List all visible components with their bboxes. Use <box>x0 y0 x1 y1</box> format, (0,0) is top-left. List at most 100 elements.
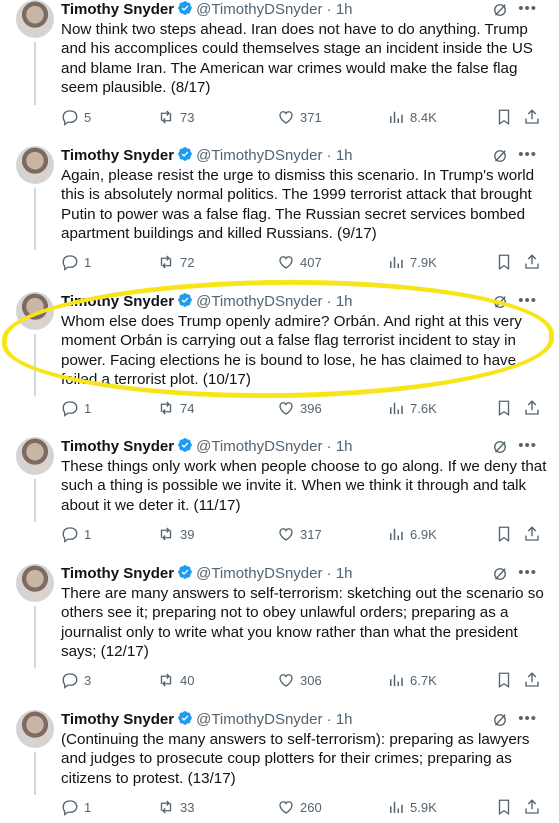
timestamp[interactable]: 1h <box>336 1 353 18</box>
timestamp[interactable]: 1h <box>336 147 353 164</box>
reply-button[interactable]: 3 <box>61 670 91 690</box>
bookmark-button[interactable] <box>495 670 513 690</box>
bookmark-button[interactable] <box>495 524 513 544</box>
like-count: 371 <box>300 109 322 125</box>
avatar[interactable] <box>16 292 54 330</box>
separator-dot: · <box>322 1 336 18</box>
bookmark-button[interactable] <box>495 398 513 418</box>
author-name[interactable]: Timothy Snyder <box>61 711 174 728</box>
timestamp[interactable]: 1h <box>336 565 353 582</box>
bookmark-button[interactable] <box>495 252 513 272</box>
like-icon <box>279 801 293 814</box>
like-button[interactable]: 407 <box>277 252 322 272</box>
reply-button[interactable]: 5 <box>61 107 91 127</box>
tweet[interactable]: Timothy Snyder @TimothyDSnyder · 1h ••• T… <box>0 564 559 700</box>
repost-icon <box>160 673 172 687</box>
grok-icon[interactable] <box>491 147 509 165</box>
like-button[interactable]: 396 <box>277 398 322 418</box>
tweet-header: Timothy Snyder @TimothyDSnyder · 1h ••• <box>61 0 549 20</box>
repost-button[interactable]: 39 <box>157 524 194 544</box>
author-name[interactable]: Timothy Snyder <box>61 293 174 310</box>
author-name[interactable]: Timothy Snyder <box>61 147 174 164</box>
reply-button[interactable]: 1 <box>61 252 91 272</box>
timestamp[interactable]: 1h <box>336 293 353 310</box>
author-handle[interactable]: @TimothyDSnyder <box>196 565 322 582</box>
reply-button[interactable]: 1 <box>61 398 91 418</box>
reply-icon <box>62 401 78 417</box>
reply-button[interactable]: 1 <box>61 524 91 544</box>
verified-badge-icon <box>178 293 192 307</box>
more-icon[interactable]: ••• <box>518 291 537 311</box>
tweet-header: Timothy Snyder @TimothyDSnyder · 1h ••• <box>61 710 549 730</box>
share-button[interactable] <box>523 107 541 127</box>
views-button[interactable]: 6.9K <box>387 524 437 544</box>
avatar[interactable] <box>16 146 54 184</box>
tweet[interactable]: Timothy Snyder @TimothyDSnyder · 1h ••• W… <box>0 292 559 428</box>
author-handle[interactable]: @TimothyDSnyder <box>196 147 322 164</box>
author-handle[interactable]: @TimothyDSnyder <box>196 1 322 18</box>
views-button[interactable]: 8.4K <box>387 107 437 127</box>
reply-count: 3 <box>84 672 92 688</box>
tweet-text: Now think two steps ahead. Iran does not… <box>61 21 533 97</box>
repost-button[interactable]: 33 <box>157 797 194 817</box>
reply-button[interactable]: 1 <box>61 797 91 817</box>
author-handle[interactable]: @TimothyDSnyder <box>196 293 322 310</box>
tweet[interactable]: Timothy Snyder @TimothyDSnyder · 1h ••• N… <box>0 0 559 136</box>
like-button[interactable]: 260 <box>277 797 322 817</box>
separator-dot: · <box>322 438 336 455</box>
grok-icon[interactable] <box>491 711 509 729</box>
avatar[interactable] <box>16 710 54 748</box>
author-name[interactable]: Timothy Snyder <box>61 1 174 18</box>
more-icon[interactable]: ••• <box>518 145 537 165</box>
author-name[interactable]: Timothy Snyder <box>61 565 174 582</box>
author-handle[interactable]: @TimothyDSnyder <box>196 438 322 455</box>
grok-icon[interactable] <box>491 438 509 456</box>
tweet-text: These things only work when people choos… <box>61 458 547 514</box>
tweet[interactable]: Timothy Snyder @TimothyDSnyder · 1h ••• (… <box>0 710 559 823</box>
tweet-actions: 1 74 396 7.6K <box>61 398 551 418</box>
more-icon[interactable]: ••• <box>518 709 537 729</box>
thread-line <box>34 334 36 396</box>
more-icon[interactable]: ••• <box>518 436 537 456</box>
timestamp[interactable]: 1h <box>336 438 353 455</box>
thread-line <box>34 479 36 522</box>
grok-icon[interactable] <box>491 293 509 311</box>
repost-button[interactable]: 74 <box>157 398 194 418</box>
tweet[interactable]: Timothy Snyder @TimothyDSnyder · 1h ••• A… <box>0 146 559 282</box>
thread-line <box>34 42 36 105</box>
views-count: 6.9K <box>410 526 437 542</box>
views-button[interactable]: 7.6K <box>387 398 437 418</box>
more-icon[interactable]: ••• <box>518 563 537 583</box>
views-icon <box>390 111 403 123</box>
share-button[interactable] <box>523 670 541 690</box>
like-count: 396 <box>300 400 322 416</box>
repost-button[interactable]: 72 <box>157 252 194 272</box>
author-handle[interactable]: @TimothyDSnyder <box>196 711 322 728</box>
grok-icon[interactable] <box>491 1 509 19</box>
avatar[interactable] <box>16 564 54 602</box>
share-button[interactable] <box>523 252 541 272</box>
grok-icon[interactable] <box>491 565 509 583</box>
timestamp[interactable]: 1h <box>336 711 353 728</box>
author-name[interactable]: Timothy Snyder <box>61 438 174 455</box>
reply-icon <box>62 800 78 816</box>
avatar[interactable] <box>16 0 54 38</box>
views-button[interactable]: 5.9K <box>387 797 437 817</box>
more-icon[interactable]: ••• <box>518 0 537 19</box>
repost-button[interactable]: 40 <box>157 670 194 690</box>
bookmark-button[interactable] <box>495 797 513 817</box>
share-button[interactable] <box>523 398 541 418</box>
share-button[interactable] <box>523 524 541 544</box>
bookmark-button[interactable] <box>495 107 513 127</box>
thread-line <box>34 606 36 668</box>
verified-badge-icon <box>178 147 192 161</box>
like-button[interactable]: 371 <box>277 107 322 127</box>
views-button[interactable]: 6.7K <box>387 670 437 690</box>
share-button[interactable] <box>523 797 541 817</box>
repost-button[interactable]: 73 <box>157 107 194 127</box>
like-button[interactable]: 317 <box>277 524 322 544</box>
avatar[interactable] <box>16 437 54 475</box>
views-button[interactable]: 7.9K <box>387 252 437 272</box>
like-button[interactable]: 306 <box>277 670 322 690</box>
tweet[interactable]: Timothy Snyder @TimothyDSnyder · 1h ••• T… <box>0 437 559 555</box>
